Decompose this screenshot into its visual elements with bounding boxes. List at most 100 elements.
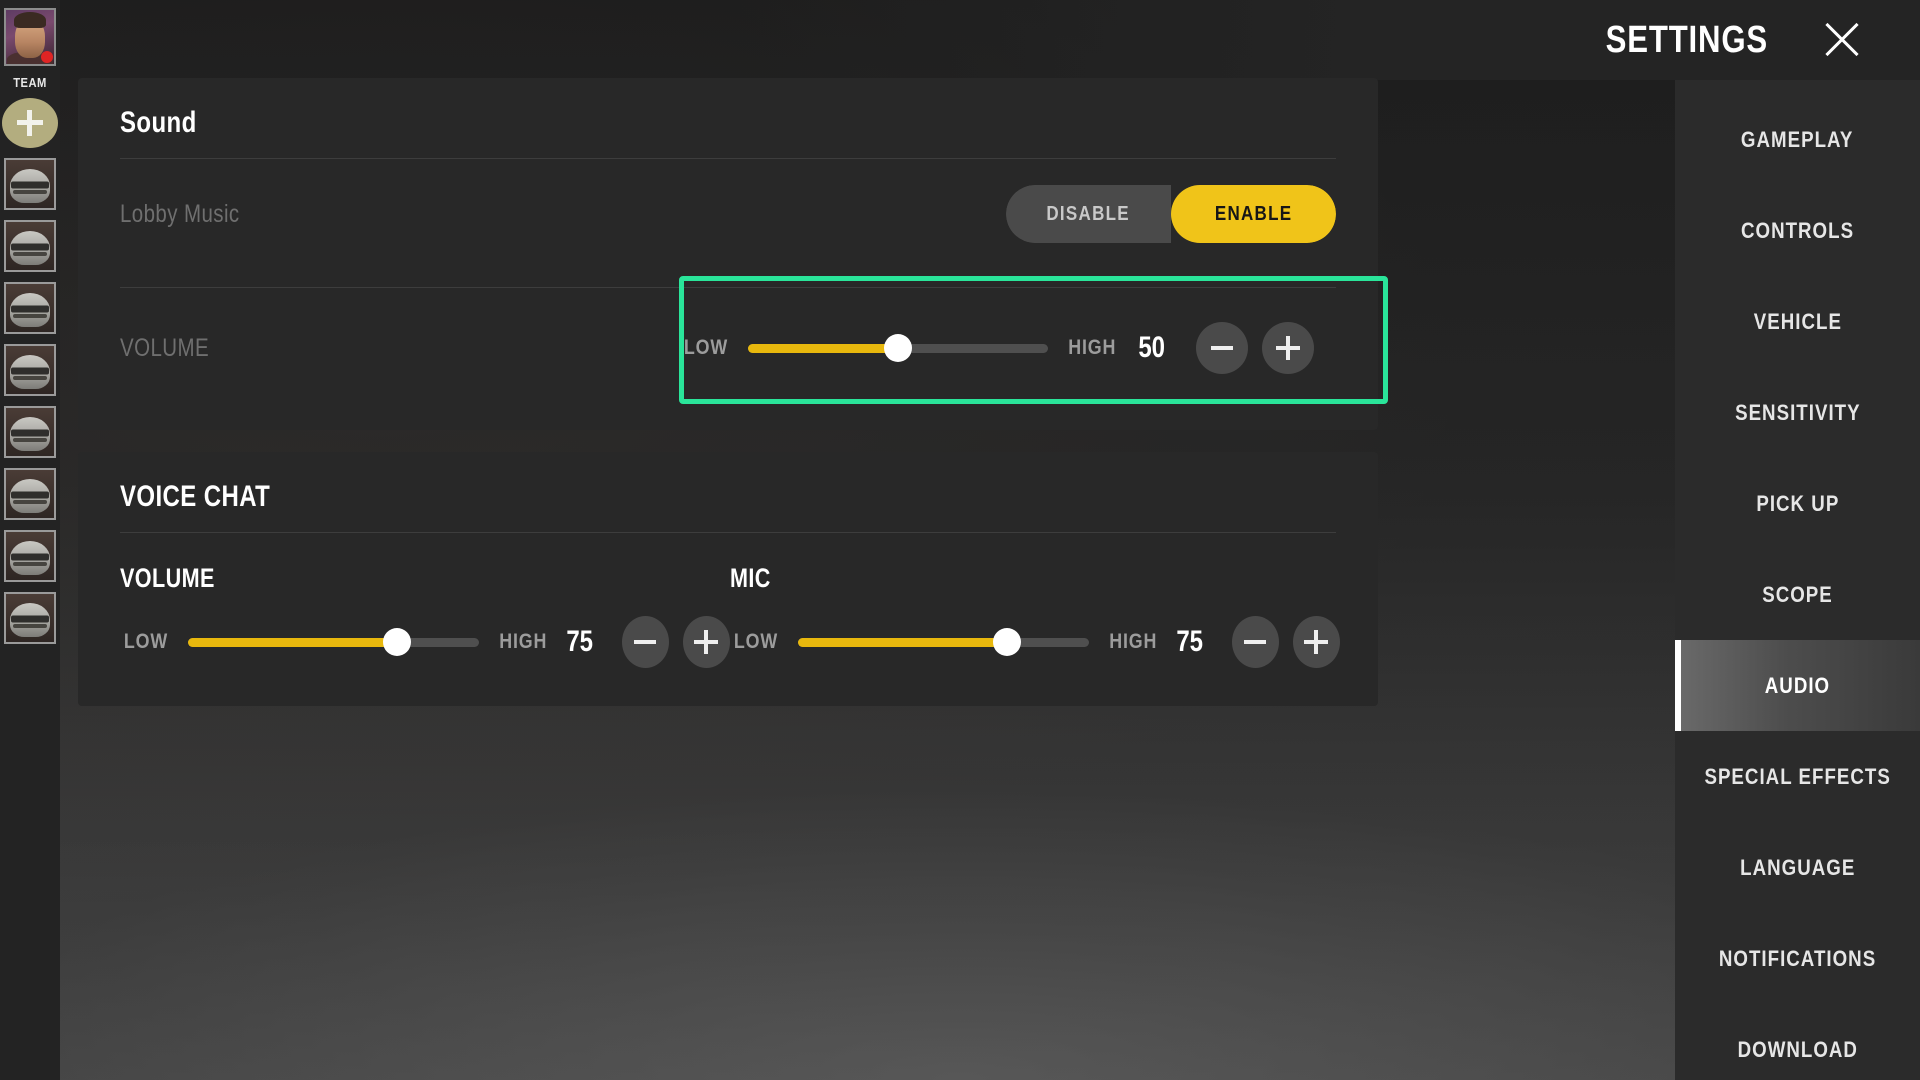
- helmet-visor: [11, 491, 49, 499]
- status-dot: [41, 51, 53, 63]
- disable-label: DISABLE: [1046, 202, 1131, 225]
- sound-volume-slider-group: LOW HIGH 50: [680, 322, 1315, 374]
- voice-volume-row: LOW HIGH 75: [120, 616, 730, 668]
- sound-volume-track[interactable]: [747, 334, 1048, 362]
- minus-icon: [1211, 346, 1234, 350]
- enable-label: ENABLE: [1214, 202, 1293, 225]
- team-slot[interactable]: [4, 344, 56, 396]
- nav-item-label: NOTIFICATIONS: [1718, 945, 1877, 971]
- lobby-music-disable-button[interactable]: DISABLE: [1006, 185, 1171, 243]
- helmet-visor-lower: [13, 623, 47, 628]
- high-label: HIGH: [1064, 336, 1121, 360]
- nav-item-gameplay[interactable]: GAMEPLAY: [1675, 94, 1920, 185]
- minus-icon: [1244, 640, 1267, 644]
- mic-increase-button[interactable]: [1292, 616, 1340, 668]
- nav-item-download[interactable]: DOWNLOAD: [1675, 1004, 1920, 1080]
- voice-volume-heading: VOLUME: [120, 563, 730, 594]
- helmet-visor-lower: [13, 499, 47, 504]
- plus-icon: [17, 110, 43, 136]
- helmet-visor-lower: [13, 251, 47, 256]
- nav-item-label: SENSITIVITY: [1734, 399, 1861, 425]
- sound-card-title-text: Sound: [120, 106, 197, 139]
- low-label-text: LOW: [683, 336, 729, 359]
- sound-volume-label-text: VOLUME: [120, 333, 210, 362]
- nav-item-notifications[interactable]: NOTIFICATIONS: [1675, 913, 1920, 1004]
- helmet-visor: [11, 243, 49, 251]
- team-rail: TEAM: [0, 0, 60, 1080]
- voice-chat-volume-col: VOLUME LOW HIGH 75: [120, 563, 730, 668]
- sound-volume-value-text: 50: [1138, 331, 1165, 364]
- nav-item-pick-up[interactable]: PICK UP: [1675, 458, 1920, 549]
- mic-value-text: 75: [1175, 625, 1203, 658]
- helmet-visor: [11, 367, 49, 375]
- add-teammate-button[interactable]: [2, 98, 58, 148]
- team-slot-list: [0, 158, 60, 644]
- low-label: LOW: [120, 630, 172, 654]
- helmet-visor-lower: [13, 561, 47, 566]
- mic-track[interactable]: [797, 628, 1089, 656]
- nav-item-special-effects[interactable]: SPECIAL EFFECTS: [1675, 731, 1920, 822]
- lobby-music-label: Lobby Music: [120, 200, 266, 229]
- divider: [120, 532, 1336, 533]
- nav-item-controls[interactable]: CONTROLS: [1675, 185, 1920, 276]
- high-label: HIGH: [495, 630, 552, 654]
- nav-item-language[interactable]: LANGUAGE: [1675, 822, 1920, 913]
- team-slot[interactable]: [4, 592, 56, 644]
- helmet-visor-lower: [13, 189, 47, 194]
- voice-volume-value: 75: [551, 625, 607, 659]
- portrait-hair: [14, 11, 46, 28]
- team-label: TEAM: [13, 75, 47, 90]
- mic-fill: [797, 637, 1008, 647]
- team-slot[interactable]: [4, 530, 56, 582]
- nav-item-label: PICK UP: [1755, 490, 1839, 516]
- helmet-visor: [11, 429, 49, 437]
- lobby-music-enable-button[interactable]: ENABLE: [1171, 185, 1336, 243]
- helmet-visor-lower: [13, 313, 47, 318]
- nav-item-audio[interactable]: AUDIO: [1675, 640, 1920, 731]
- mic-knob[interactable]: [993, 628, 1022, 656]
- voice-chat-title-text: VOICE CHAT: [120, 480, 271, 513]
- nav-item-label: AUDIO: [1764, 672, 1831, 698]
- helmet-visor: [11, 181, 49, 189]
- team-slot[interactable]: [4, 220, 56, 272]
- settings-panel: SETTINGS GAMEPLAY CONTROLS VEHICLE SENSITIV…: [60, 0, 1920, 1080]
- settings-nav: GAMEPLAY CONTROLS VEHICLE SENSITIVITY PICK U…: [1675, 80, 1920, 1080]
- voice-volume-decrease-button[interactable]: [621, 616, 669, 668]
- minus-icon: [634, 640, 657, 644]
- sound-volume-value: 50: [1120, 331, 1182, 365]
- voice-volume-track[interactable]: [187, 628, 479, 656]
- low-label-text: LOW: [733, 630, 779, 653]
- sound-volume-decrease-button[interactable]: [1196, 322, 1249, 374]
- player-portrait-avatar[interactable]: [4, 8, 56, 66]
- helmet-visor: [11, 553, 49, 561]
- voice-volume-increase-button[interactable]: [682, 616, 730, 668]
- close-icon[interactable]: [1816, 14, 1868, 66]
- voice-volume-knob[interactable]: [383, 628, 412, 656]
- nav-item-sensitivity[interactable]: SENSITIVITY: [1675, 367, 1920, 458]
- sound-volume-increase-button[interactable]: [1262, 322, 1315, 374]
- team-slot[interactable]: [4, 158, 56, 210]
- lobby-music-row: Lobby Music DISABLE ENABLE: [78, 159, 1378, 269]
- high-label-text: HIGH: [1068, 336, 1117, 359]
- team-slot[interactable]: [4, 468, 56, 520]
- mic-heading-text: MIC: [730, 563, 771, 593]
- helmet-visor: [11, 615, 49, 623]
- sound-volume-knob[interactable]: [883, 334, 912, 362]
- nav-item-label: CONTROLS: [1740, 217, 1855, 243]
- plus-icon: [694, 630, 719, 654]
- sound-volume-label: VOLUME: [120, 334, 680, 363]
- voice-volume-value-text: 75: [565, 625, 593, 658]
- voice-chat-card: VOICE CHAT VOLUME LOW HIGH 75 MIC LOW HI…: [78, 452, 1378, 706]
- nav-item-vehicle[interactable]: VEHICLE: [1675, 276, 1920, 367]
- voice-volume-heading-text: VOLUME: [120, 563, 215, 593]
- voice-chat-mic-col: MIC LOW HIGH 75: [730, 563, 1340, 668]
- helmet-visor-lower: [13, 375, 47, 380]
- low-label: LOW: [730, 630, 782, 654]
- team-slot[interactable]: [4, 282, 56, 334]
- helmet-visor: [11, 305, 49, 313]
- lobby-music-label-text: Lobby Music: [120, 199, 240, 228]
- nav-item-scope[interactable]: SCOPE: [1675, 549, 1920, 640]
- high-label: HIGH: [1105, 630, 1162, 654]
- team-slot[interactable]: [4, 406, 56, 458]
- mic-decrease-button[interactable]: [1231, 616, 1279, 668]
